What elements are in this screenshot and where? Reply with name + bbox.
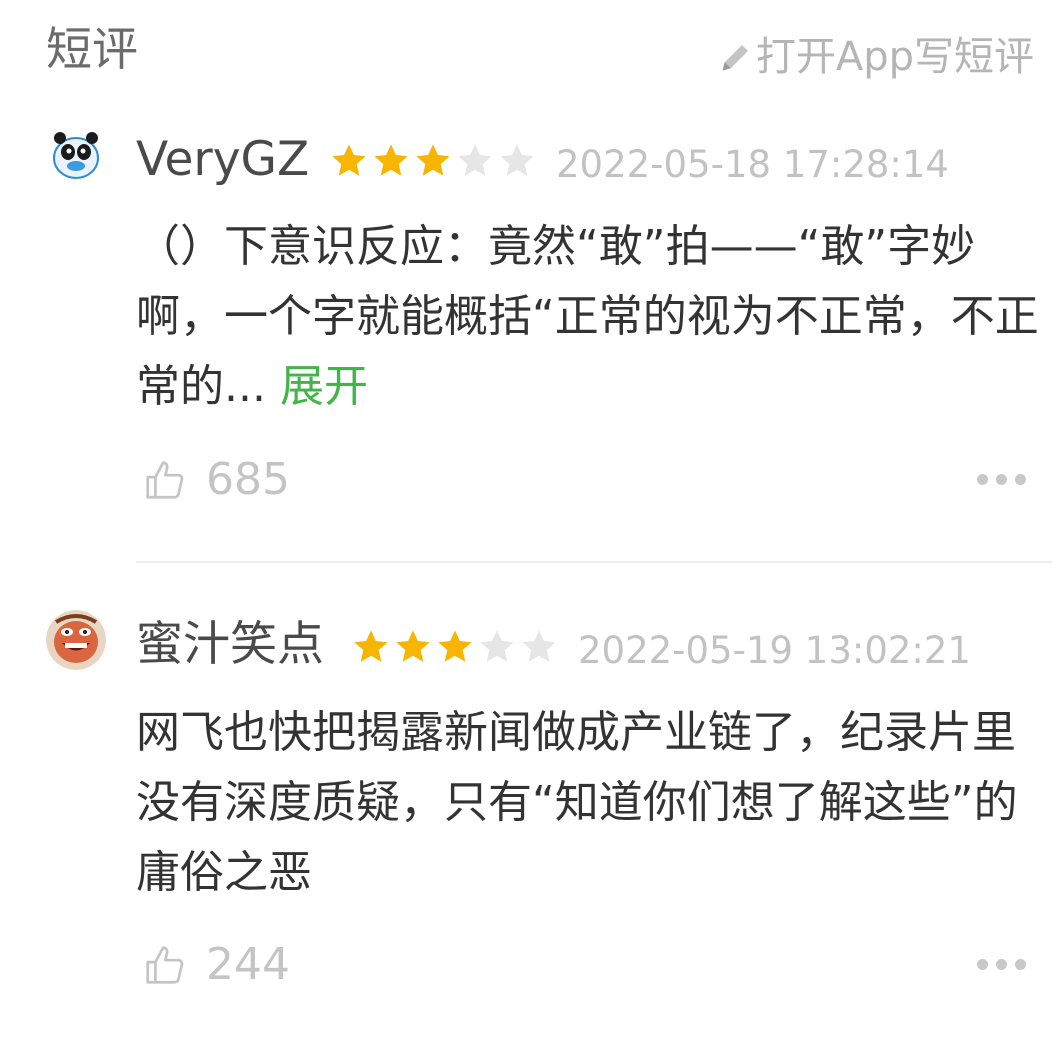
section-title: 短评 bbox=[46, 22, 138, 76]
star-filled-icon bbox=[396, 630, 430, 662]
thumbs-up-icon bbox=[146, 946, 184, 984]
like-button[interactable]: 685 bbox=[142, 455, 290, 505]
star-filled-icon bbox=[374, 144, 408, 176]
star-filled-icon bbox=[332, 144, 366, 176]
star-empty-icon bbox=[480, 630, 514, 662]
star-empty-icon bbox=[458, 144, 492, 176]
review-divider bbox=[136, 561, 1052, 563]
star-filled-icon bbox=[354, 630, 388, 662]
write-link-label: 打开App写短评 bbox=[755, 34, 1034, 80]
more-dot-icon bbox=[977, 959, 988, 970]
star-empty-icon bbox=[522, 630, 556, 662]
pencil-icon bbox=[722, 45, 748, 71]
thumbs-up-icon bbox=[146, 461, 184, 499]
like-count: 685 bbox=[206, 454, 290, 505]
username[interactable]: 蜜汁笑点 bbox=[136, 615, 324, 675]
star-empty-icon bbox=[500, 144, 534, 176]
review-text: （）下意识反应：竟然“敢”拍——“敢”字妙啊，一个字就能概括“正常的视为不正常，… bbox=[136, 212, 1046, 422]
rating-stars bbox=[328, 140, 538, 182]
like-button[interactable]: 244 bbox=[142, 940, 290, 990]
more-options-button[interactable] bbox=[977, 474, 1026, 485]
review-timestamp: 2022-05-18 17:28:14 bbox=[556, 143, 949, 186]
review-text: 网飞也快把揭露新闻做成产业链了，纪录片里没有深度质疑，只有“知道你们想了解这些”… bbox=[136, 707, 1018, 898]
open-app-write-review-link[interactable]: 打开App写短评 bbox=[718, 30, 1034, 84]
more-dot-icon bbox=[1015, 959, 1026, 970]
rating-stars bbox=[350, 626, 560, 668]
more-dot-icon bbox=[996, 959, 1007, 970]
user-avatar[interactable] bbox=[46, 610, 106, 670]
expand-link[interactable]: 展开 bbox=[280, 361, 368, 412]
more-dot-icon bbox=[977, 474, 988, 485]
cartoon-face-avatar-icon bbox=[46, 610, 106, 670]
panda-avatar-icon bbox=[46, 126, 106, 186]
short-review-header: 短评 打开App写短评 bbox=[0, 0, 1052, 100]
review-timestamp: 2022-05-19 13:02:21 bbox=[578, 629, 971, 672]
like-count: 244 bbox=[206, 939, 290, 990]
more-dot-icon bbox=[996, 474, 1007, 485]
star-filled-icon bbox=[416, 144, 450, 176]
more-dot-icon bbox=[1015, 474, 1026, 485]
star-filled-icon bbox=[438, 630, 472, 662]
username[interactable]: VeryGZ bbox=[136, 130, 309, 190]
more-options-button[interactable] bbox=[977, 959, 1026, 970]
user-avatar[interactable] bbox=[46, 126, 106, 186]
